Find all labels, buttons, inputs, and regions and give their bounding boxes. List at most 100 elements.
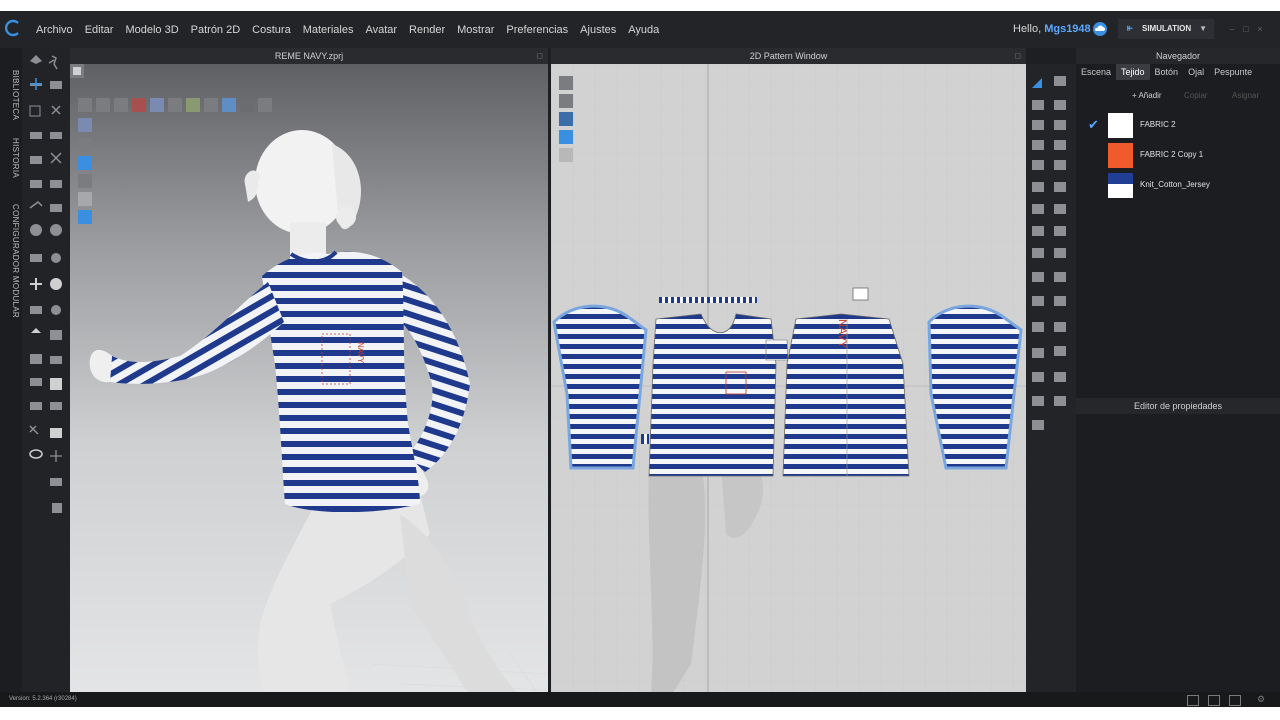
menu-mostrar[interactable]: Mostrar bbox=[457, 24, 494, 36]
logo-graphic-3d: NAVY bbox=[356, 342, 365, 364]
add-point-2d-icon bbox=[1032, 120, 1044, 130]
box-select-icon bbox=[29, 105, 41, 117]
menu-ajustes[interactable]: Ajustes bbox=[580, 24, 616, 36]
texture-edit-icon bbox=[30, 378, 42, 386]
edit-curve-icon bbox=[29, 425, 39, 435]
avatar-tool-icon bbox=[30, 55, 42, 64]
undock-icon[interactable]: ◻ bbox=[1014, 48, 1021, 64]
checkmark-icon: ✔ bbox=[1088, 117, 1099, 132]
simulation-mode-dropdown[interactable]: ⫦ SIMULATION ▼ bbox=[1118, 19, 1214, 39]
viewport-toolbar[interactable] bbox=[78, 98, 290, 278]
maximize-icon[interactable]: □ bbox=[1241, 24, 1251, 34]
pattern-transform-icon bbox=[559, 112, 573, 126]
puckering-tool-icon bbox=[31, 328, 41, 333]
tab-tejido[interactable]: Tejido bbox=[1116, 64, 1150, 80]
minimize-icon[interactable]: – bbox=[1227, 24, 1237, 34]
fabric-list-item[interactable]: ✔ FABRIC 2 bbox=[1076, 111, 1280, 139]
polygon-tool-icon bbox=[1032, 140, 1044, 150]
viewport-3d[interactable]: NAVY bbox=[70, 64, 548, 696]
view-grid-icon[interactable] bbox=[1229, 695, 1241, 706]
pattern-texture-icon bbox=[559, 130, 573, 144]
view-tools-icon[interactable] bbox=[70, 64, 84, 78]
pose-tool-icon bbox=[48, 55, 58, 70]
copy-fabric-button[interactable]: Copiar bbox=[1184, 88, 1208, 104]
sleeve-left-3d bbox=[110, 282, 284, 384]
trim-tool-icon bbox=[30, 254, 42, 262]
tab-pespunte[interactable]: Pespunte bbox=[1209, 64, 1257, 80]
slash-spread-icon bbox=[1054, 120, 1066, 130]
menu-render[interactable]: Render bbox=[409, 24, 445, 36]
cut-tool-icon bbox=[51, 105, 61, 115]
annotation-icon bbox=[1032, 322, 1044, 332]
menu-materiales[interactable]: Materiales bbox=[303, 24, 354, 36]
graphic-tool-icon bbox=[30, 354, 42, 364]
stitch-free-icon bbox=[50, 402, 62, 410]
menu-avatar[interactable]: Avatar bbox=[365, 24, 397, 36]
garment-tool-icons[interactable] bbox=[22, 48, 70, 548]
display-avatar-pose-icon bbox=[78, 138, 92, 152]
menu-ayuda[interactable]: Ayuda bbox=[628, 24, 659, 36]
fabric-swatch bbox=[1108, 173, 1133, 198]
menu-patron-2d[interactable]: Patrón 2D bbox=[191, 24, 241, 36]
navigator-title: Navegador bbox=[1076, 48, 1280, 64]
menu-editar[interactable]: Editar bbox=[85, 24, 114, 36]
pattern-collar-band bbox=[659, 297, 757, 303]
tab-ojal[interactable]: Ojal bbox=[1183, 64, 1209, 80]
chevron-down-icon: ▼ bbox=[1199, 24, 1207, 33]
shirring-tool-icon bbox=[50, 330, 62, 340]
tab-configurador-modular[interactable]: CONFIGURADOR MODULAR bbox=[2, 204, 20, 318]
segment-sewing-icon bbox=[1054, 296, 1066, 306]
view-single-icon[interactable] bbox=[1187, 695, 1199, 706]
clo-logo-icon bbox=[5, 19, 19, 37]
tab-boton[interactable]: Botón bbox=[1150, 64, 1184, 80]
menu-modelo-3d[interactable]: Modelo 3D bbox=[125, 24, 178, 36]
seam-allowance-icon bbox=[1054, 204, 1066, 214]
zoom-tool-icon bbox=[50, 478, 62, 486]
pattern-select-icon bbox=[559, 76, 573, 90]
fabric-swatch bbox=[1108, 143, 1133, 168]
sample-grid-icon bbox=[50, 378, 62, 390]
cloud-icon[interactable] bbox=[1091, 21, 1109, 37]
fabric-list-item[interactable]: FABRIC 2 Copy 1 bbox=[1076, 141, 1280, 169]
fold-2d-icon bbox=[1054, 226, 1066, 236]
sew-segment-icon bbox=[50, 132, 62, 139]
pattern-toolbar[interactable] bbox=[559, 76, 577, 172]
tab-historia[interactable]: HISTORIA bbox=[2, 138, 20, 178]
graphic-2d-icon bbox=[1032, 372, 1044, 382]
select-mesh-icon bbox=[50, 81, 62, 89]
tab-biblioteca[interactable]: BIBLIOTECA bbox=[2, 70, 20, 120]
circle-2d-icon bbox=[1032, 160, 1044, 170]
garment-tools-column bbox=[22, 48, 70, 692]
tape-tool-icon bbox=[1054, 248, 1066, 258]
sewing-2d-icon bbox=[1054, 272, 1066, 282]
window-3d-titlebar: REME NAVY.zprj ◻ bbox=[70, 48, 548, 64]
view-split-icon[interactable] bbox=[1208, 695, 1220, 706]
viewport-2d[interactable]: NAVY bbox=[551, 64, 1026, 696]
button-tool-icon bbox=[50, 224, 62, 236]
add-fabric-button[interactable]: + Añadir bbox=[1132, 88, 1162, 104]
menu-archivo[interactable]: Archivo bbox=[36, 24, 73, 36]
fabric-swatch bbox=[1108, 113, 1133, 138]
settings-icon[interactable]: ⚙ bbox=[1257, 692, 1265, 707]
hand-tool-icon bbox=[52, 503, 62, 513]
add-point-icon bbox=[50, 450, 62, 462]
ruler-2d-icon bbox=[1054, 322, 1066, 332]
assign-fabric-button[interactable]: Asignar bbox=[1232, 88, 1259, 104]
pattern-tool-icons[interactable] bbox=[1026, 64, 1076, 474]
display-fabric-icon bbox=[114, 98, 128, 112]
tab-escena[interactable]: Escena bbox=[1076, 64, 1116, 80]
simulation-icon: ⫦ bbox=[1127, 23, 1133, 34]
close-icon[interactable]: × bbox=[1255, 24, 1265, 34]
undock-icon[interactable]: ◻ bbox=[536, 48, 543, 64]
version-label: Version: 5.2.364 (r30284) bbox=[9, 696, 77, 702]
display-strain-icon bbox=[186, 98, 200, 112]
menu-preferencias[interactable]: Preferencias bbox=[506, 24, 568, 36]
fabric-list-item[interactable]: Knit_Cotton_Jersey bbox=[1076, 171, 1280, 199]
back-logo-graphic: NAVY bbox=[836, 319, 848, 349]
username[interactable]: Mgs1948 bbox=[1044, 23, 1090, 35]
menu-costura[interactable]: Costura bbox=[252, 24, 291, 36]
window-2d-titlebar: 2D Pattern Window ◻ bbox=[551, 48, 1026, 64]
window-3d-title: REME NAVY.zprj bbox=[274, 51, 344, 61]
stitch-tool-icon bbox=[30, 306, 42, 314]
pattern-edit-icon bbox=[559, 94, 573, 108]
